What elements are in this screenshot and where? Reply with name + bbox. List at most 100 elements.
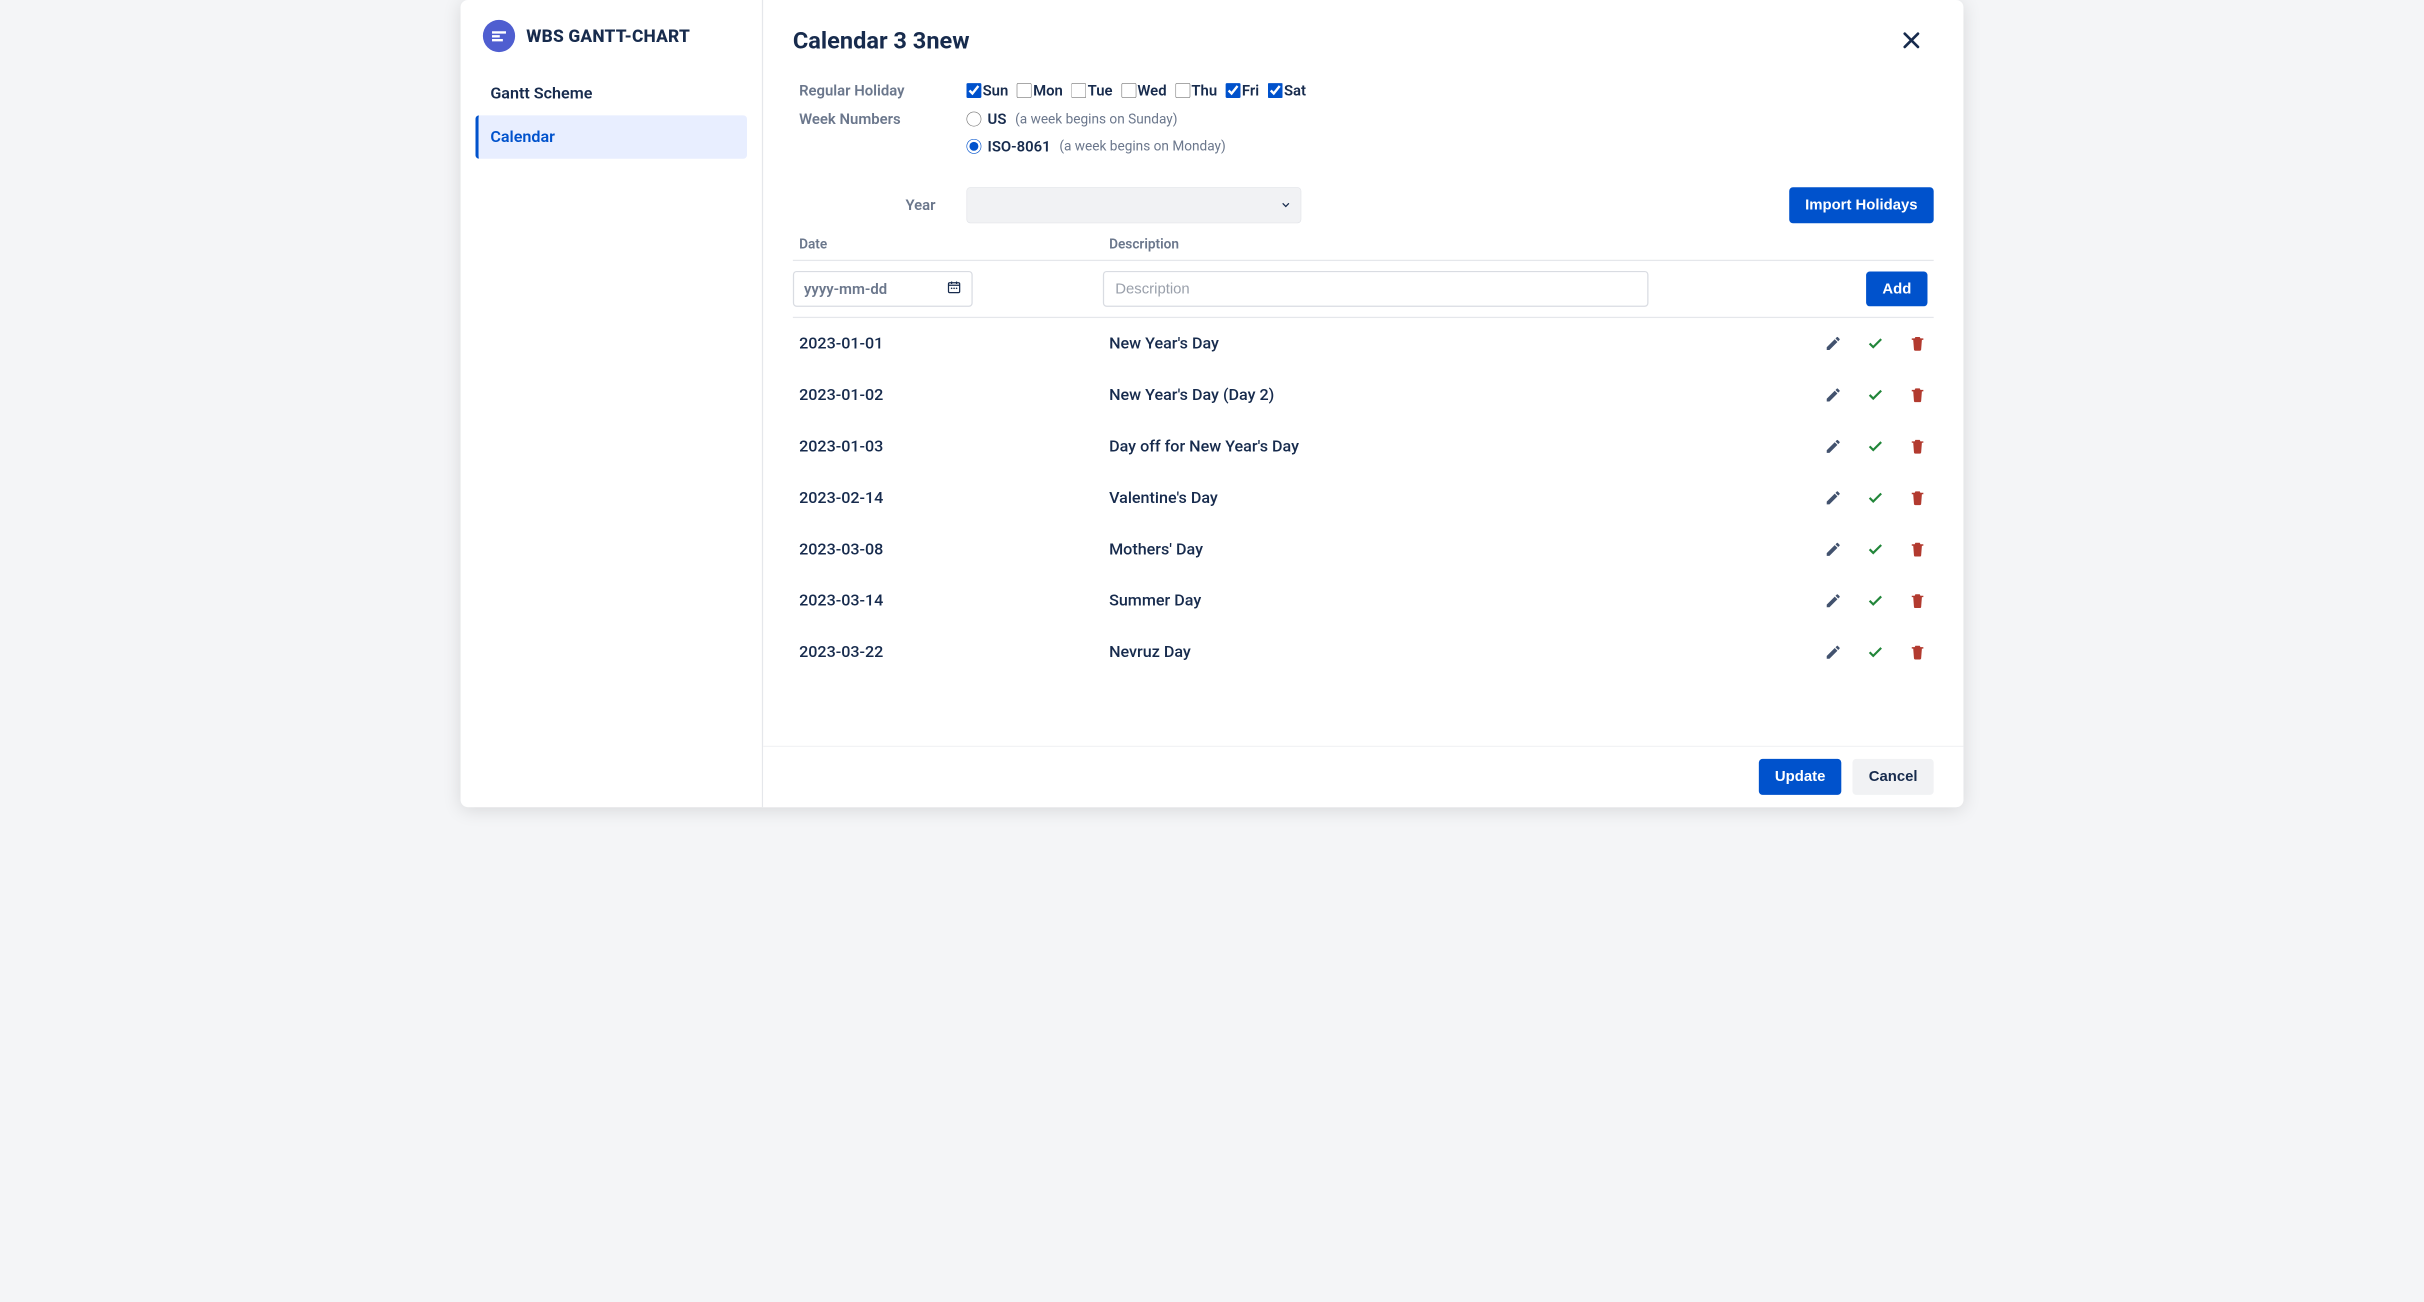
day-checkbox-mon[interactable]: Mon [1017,82,1063,99]
row-actions [1779,592,1934,609]
year-label: Year [793,197,967,214]
row-actions [1779,386,1934,403]
import-holidays-button[interactable]: Import Holidays [1789,187,1934,223]
day-checkbox-tue[interactable]: Tue [1072,82,1113,99]
cell-description: Nevruz Day [1103,643,1779,662]
th-description: Description [1103,237,1779,253]
cell-date: 2023-01-03 [793,437,1103,456]
trash-icon[interactable] [1909,541,1926,558]
table-row: 2023-01-03Day off for New Year's Day [793,421,1934,472]
day-checkbox-input-fri[interactable] [1226,83,1241,98]
table-header: Date Description [793,229,1934,261]
edit-icon[interactable] [1825,489,1842,506]
year-select[interactable] [966,187,1301,223]
row-actions [1779,489,1934,506]
th-date: Date [793,237,1103,253]
check-icon[interactable] [1867,438,1884,455]
regular-holiday-row: Regular Holiday Sun Mon Tue Wed Thu Fri Sat [793,82,1934,99]
week-numbers-row: Week Numbers US (a week begins on Sunday)… [793,110,1934,161]
week-number-options: US (a week begins on Sunday) ISO-8061 (a we… [966,110,1933,161]
date-input[interactable]: yyyy-mm-dd [793,271,973,307]
row-actions [1779,644,1934,661]
day-checkbox-fri[interactable]: Fri [1226,82,1259,99]
cancel-button[interactable]: Cancel [1853,759,1934,795]
day-checkbox-input-sat[interactable] [1268,83,1283,98]
day-checkbox-input-wed[interactable] [1121,83,1136,98]
cell-date: 2023-01-02 [793,386,1103,405]
date-placeholder: yyyy-mm-dd [804,280,887,297]
row-actions [1779,335,1934,352]
sidebar-item-gantt-scheme[interactable]: Gantt Scheme [475,72,747,115]
day-checkbox-wed[interactable]: Wed [1121,82,1166,99]
week-option-hint: (a week begins on Sunday) [1015,111,1177,127]
day-checkbox-input-mon[interactable] [1017,83,1032,98]
trash-icon[interactable] [1909,644,1926,661]
cell-description: New Year's Day (Day 2) [1103,386,1779,405]
week-numbers-label: Week Numbers [793,110,967,127]
cell-description: Mothers' Day [1103,540,1779,559]
table-row: 2023-03-22Nevruz Day [793,627,1934,678]
sidebar-item-calendar[interactable]: Calendar [475,115,747,158]
table-row: 2023-03-14Summer Day [793,575,1934,626]
check-icon[interactable] [1867,644,1884,661]
table-row: 2023-01-01New Year's Day [793,318,1934,369]
footer: Update Cancel [763,746,1963,807]
close-icon[interactable] [1899,27,1924,57]
cell-date: 2023-02-14 [793,489,1103,508]
cell-date: 2023-03-22 [793,643,1103,662]
week-radio-input[interactable] [966,139,981,154]
cell-description: Day off for New Year's Day [1103,437,1779,456]
check-icon[interactable] [1867,386,1884,403]
day-checkbox-input-thu[interactable] [1175,83,1190,98]
week-radio-input[interactable] [966,112,981,127]
trash-icon[interactable] [1909,386,1926,403]
sidebar-nav: Gantt Scheme Calendar [475,72,747,159]
trash-icon[interactable] [1909,592,1926,609]
brand-title: WBS GANTT-CHART [526,26,690,46]
week-option-label: ISO-8061 [988,138,1051,155]
edit-icon[interactable] [1825,592,1842,609]
edit-icon[interactable] [1825,335,1842,352]
description-input[interactable] [1103,271,1649,307]
check-icon[interactable] [1867,592,1884,609]
week-option-iso-8061[interactable]: ISO-8061 (a week begins on Monday) [966,138,1225,155]
check-icon[interactable] [1867,335,1884,352]
week-option-hint: (a week begins on Monday) [1059,139,1225,155]
content: Regular Holiday Sun Mon Tue Wed Thu Fri Sat We… [763,67,1963,746]
settings-modal: WBS GANTT-CHART Gantt Scheme Calendar Ca… [461,0,1964,807]
day-checkbox-sun[interactable]: Sun [966,82,1008,99]
edit-icon[interactable] [1825,386,1842,403]
day-checkbox-input-tue[interactable] [1072,83,1087,98]
update-button[interactable]: Update [1759,759,1842,795]
week-option-label: US [988,110,1007,127]
brand-logo-icon [483,20,515,52]
row-actions [1779,438,1934,455]
day-label: Thu [1191,82,1217,99]
day-checkbox-thu[interactable]: Thu [1175,82,1217,99]
table-row: 2023-02-14Valentine's Day [793,472,1934,523]
week-option-us[interactable]: US (a week begins on Sunday) [966,110,1177,127]
check-icon[interactable] [1867,541,1884,558]
day-label: Mon [1033,82,1063,99]
add-button[interactable]: Add [1866,272,1927,307]
year-import-row: Year Import Holidays [793,187,1934,223]
table-row: 2023-01-02New Year's Day (Day 2) [793,370,1934,421]
cell-description: New Year's Day [1103,334,1779,353]
trash-icon[interactable] [1909,489,1926,506]
regular-holiday-label: Regular Holiday [793,82,967,99]
day-label: Sun [983,82,1009,99]
add-holiday-row: yyyy-mm-dd Add [793,261,1934,318]
holiday-list: 2023-01-01New Year's Day2023-01-02New Ye… [793,318,1934,746]
day-label: Fri [1242,82,1259,99]
main-panel: Calendar 3 3new Regular Holiday SunMonTu… [763,0,1963,807]
edit-icon[interactable] [1825,644,1842,661]
day-checkboxes: Sun Mon Tue Wed Thu Fri Sat [966,82,1933,99]
edit-icon[interactable] [1825,541,1842,558]
day-checkbox-sat[interactable]: Sat [1268,82,1306,99]
check-icon[interactable] [1867,489,1884,506]
edit-icon[interactable] [1825,438,1842,455]
day-label: Sat [1284,82,1306,99]
day-checkbox-input-sun[interactable] [966,83,981,98]
trash-icon[interactable] [1909,335,1926,352]
trash-icon[interactable] [1909,438,1926,455]
